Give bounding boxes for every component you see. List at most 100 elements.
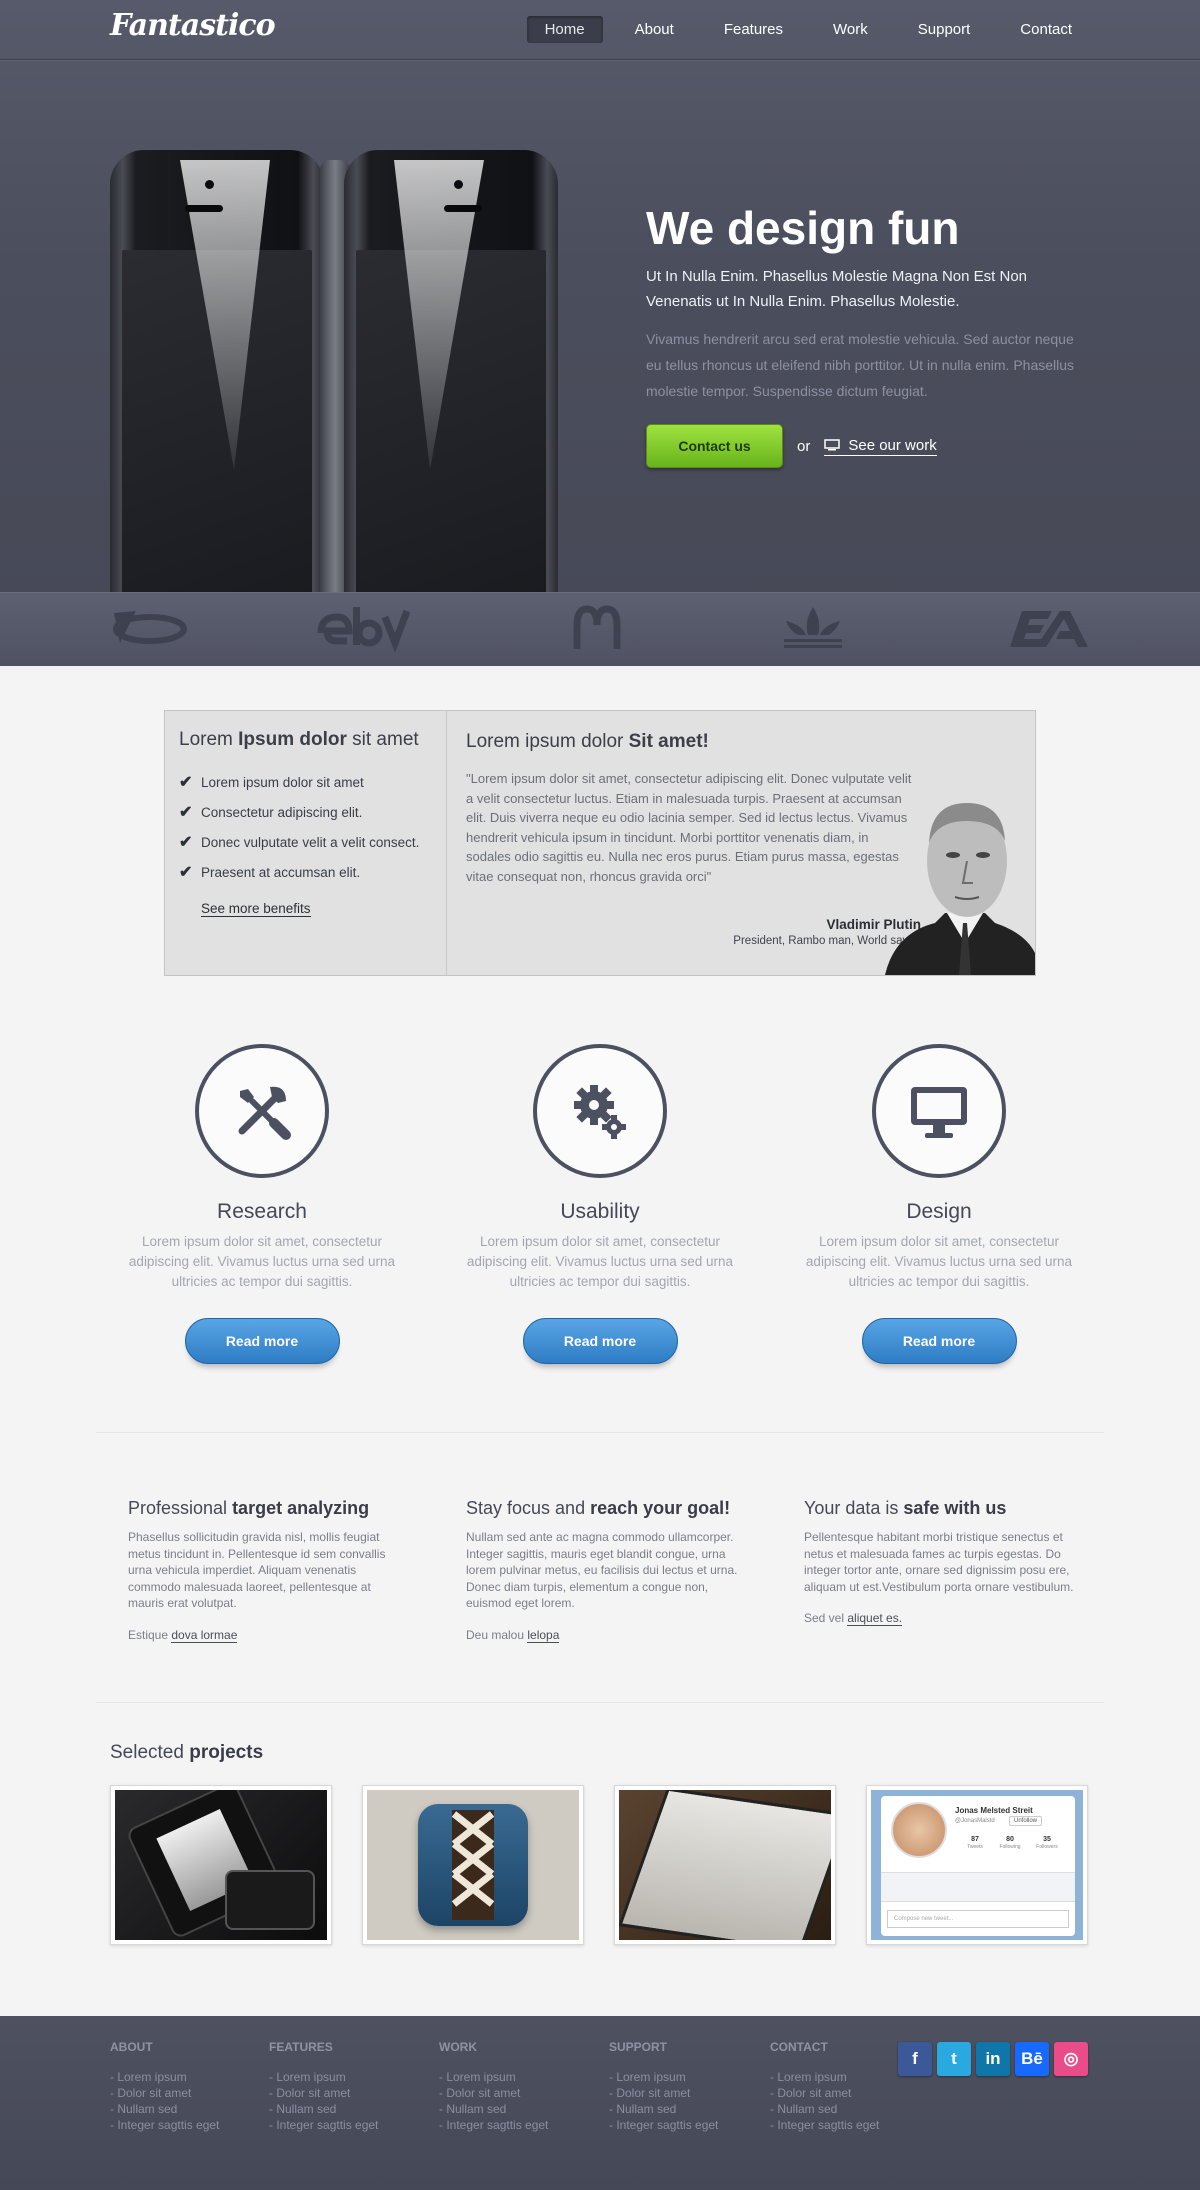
footer-column-work: Work - Lorem ipsum - Dolor sit amet - Nu… xyxy=(439,2040,548,2134)
benefits-list: ✔ Lorem ipsum dolor sit amet ✔ Consectetur… xyxy=(179,767,446,887)
author-portrait xyxy=(885,803,1035,975)
contact-us-button[interactable]: Contact us xyxy=(646,424,783,468)
footer-link[interactable]: - Lorem ipsum xyxy=(770,2070,879,2086)
footer-link[interactable]: - Integer sagttis eget xyxy=(609,2118,718,2134)
feature-design: Design Lorem ipsum dolor sit amet, conse… xyxy=(784,1044,1094,1364)
behance-icon[interactable]: Bē xyxy=(1015,2042,1049,2076)
checkmark-icon: ✔ xyxy=(179,774,193,791)
profile-name: Jonas Melsted Streit xyxy=(955,1806,1033,1815)
footer-column-contact: Contact - Lorem ipsum - Dolor sit amet -… xyxy=(770,2040,879,2134)
hero-section: Fantastico Home About Features Work Supp… xyxy=(0,0,1200,666)
footer-link[interactable]: - Nullam sed xyxy=(110,2102,219,2118)
column-title: Professional target analyzing xyxy=(128,1498,370,1518)
footer-link[interactable]: - Dolor sit amet xyxy=(269,2086,378,2102)
phone-right xyxy=(344,150,558,592)
column-link[interactable]: dova lormae xyxy=(171,1627,238,1643)
feature-research: Research Lorem ipsum dolor sit amet, con… xyxy=(107,1044,417,1364)
gears-icon xyxy=(533,1044,667,1178)
dribbble-icon[interactable]: ◎ xyxy=(1054,2042,1088,2076)
testimonial-title: Lorem ipsum dolor Sit amet! xyxy=(466,731,709,752)
footer-link[interactable]: - Lorem ipsum xyxy=(110,2070,219,2086)
footer: About - Lorem ipsum - Dolor sit amet - N… xyxy=(0,2016,1200,2190)
hero-text: We design fun Ut In Nulla Enim. Phasellu… xyxy=(646,200,1091,468)
list-item: ✔ Consectetur adipiscing elit. xyxy=(179,804,363,821)
project-thumbnail[interactable] xyxy=(362,1785,584,1945)
footer-link[interactable]: - Nullam sed xyxy=(770,2102,879,2118)
phones-image xyxy=(110,150,558,592)
adidas-logo xyxy=(778,601,848,655)
divider xyxy=(96,1702,1104,1703)
monitor-icon xyxy=(872,1044,1006,1178)
footer-link[interactable]: - Integer sagttis eget xyxy=(269,2118,378,2134)
list-item: ✔ Donec vulputate velit a velit consect. xyxy=(179,834,420,851)
dreamworks-logo xyxy=(110,601,190,655)
hero-lead: Ut In Nulla Enim. Phasellus Molestie Mag… xyxy=(646,268,1028,310)
footer-heading: Features xyxy=(269,2040,333,2054)
project-thumbnail[interactable]: Jonas Melsted Streit @JonasMalstd Unfoll… xyxy=(866,1785,1088,1945)
footer-link[interactable]: - Lorem ipsum xyxy=(439,2070,548,2086)
see-our-work-link[interactable]: See our work xyxy=(824,437,937,456)
column-link[interactable]: aliquet es. xyxy=(847,1611,903,1626)
feature-text: Lorem ipsum dolor sit amet, consectetur … xyxy=(128,1234,396,1289)
project-thumbnail[interactable] xyxy=(614,1785,836,1945)
nav-features[interactable]: Features xyxy=(706,16,801,43)
column-link[interactable]: lelopa xyxy=(527,1627,560,1643)
see-more-benefits-link[interactable]: See more benefits xyxy=(201,901,311,917)
footer-link[interactable]: - Nullam sed xyxy=(269,2102,378,2118)
column-link-line: Deu malou lelopa xyxy=(466,1627,560,1643)
footer-link[interactable]: - Dolor sit amet xyxy=(770,2086,879,2102)
hero-body: Vivamus hendrerit arcu sed erat molestie… xyxy=(646,331,1075,399)
footer-link[interactable]: - Nullam sed xyxy=(609,2102,718,2118)
info-column: Your data is safe with us Pellentesque h… xyxy=(804,1498,1084,1626)
unfollow-button: Unfollow xyxy=(1009,1816,1043,1826)
feature-text: Lorem ipsum dolor sit amet, consectetur … xyxy=(805,1234,1073,1289)
column-link-line: Estique dova lormae xyxy=(128,1627,238,1643)
footer-link[interactable]: - Dolor sit amet xyxy=(439,2086,548,2102)
project-thumbnail[interactable] xyxy=(110,1785,332,1945)
info-column: Stay focus and reach your goal! Nullam s… xyxy=(466,1498,746,1643)
benefits-testimonial-box: Lorem Ipsum dolor sit amet ✔ Lorem ipsum … xyxy=(164,710,1036,976)
tools-icon xyxy=(195,1044,329,1178)
list-item: ✔ Lorem ipsum dolor sit amet xyxy=(179,774,364,791)
social-links: f t in Bē ◎ xyxy=(898,2042,1088,2076)
footer-heading: Support xyxy=(609,2040,668,2054)
checkmark-icon: ✔ xyxy=(179,804,193,821)
nav-about[interactable]: About xyxy=(617,16,692,43)
footer-column-support: Support - Lorem ipsum - Dolor sit amet -… xyxy=(609,2040,718,2134)
nav-home[interactable]: Home xyxy=(526,16,603,43)
checkmark-icon: ✔ xyxy=(179,834,193,851)
feature-title: Research xyxy=(217,1200,307,1223)
nav-support[interactable]: Support xyxy=(900,16,989,43)
footer-link[interactable]: - Integer sagttis eget xyxy=(439,2118,548,2134)
monitor-icon xyxy=(824,439,841,451)
nav-work[interactable]: Work xyxy=(815,16,886,43)
mcdonalds-logo xyxy=(573,601,621,655)
footer-link[interactable]: - Integer sagttis eget xyxy=(770,2118,879,2134)
feature-title: Design xyxy=(906,1200,972,1223)
read-more-button[interactable]: Read more xyxy=(861,1318,1017,1364)
navbar: Fantastico Home About Features Work Supp… xyxy=(0,0,1200,60)
footer-heading: About xyxy=(110,2040,153,2054)
hero-title: We design fun xyxy=(646,202,960,254)
logo[interactable]: Fantastico xyxy=(110,8,276,43)
linkedin-icon[interactable]: in xyxy=(976,2042,1010,2076)
read-more-button[interactable]: Read more xyxy=(184,1318,340,1364)
hero-cta: Contact us or See our work xyxy=(646,424,1091,468)
footer-link[interactable]: - Dolor sit amet xyxy=(609,2086,718,2102)
main-nav: Home About Features Work Support Contact xyxy=(513,16,1090,43)
footer-link[interactable]: - Nullam sed xyxy=(439,2102,548,2118)
footer-link[interactable]: - Dolor sit amet xyxy=(110,2086,219,2102)
twitter-icon[interactable]: t xyxy=(937,2042,971,2076)
feature-usability: Usability Lorem ipsum dolor sit amet, co… xyxy=(445,1044,755,1364)
read-more-button[interactable]: Read more xyxy=(522,1318,678,1364)
footer-link[interactable]: - Lorem ipsum xyxy=(609,2070,718,2086)
column-text: Nullam sed ante ac magna commodo ullamco… xyxy=(466,1530,738,1610)
nav-contact[interactable]: Contact xyxy=(1002,16,1090,43)
benefits-title: Lorem Ipsum dolor sit amet xyxy=(179,729,419,750)
footer-link[interactable]: - Lorem ipsum xyxy=(269,2070,378,2086)
projects-title: Selected projects xyxy=(110,1742,264,1763)
footer-link[interactable]: - Integer sagttis eget xyxy=(110,2118,219,2134)
list-item: ✔ Praesent at accumsan elit. xyxy=(179,864,361,881)
facebook-icon[interactable]: f xyxy=(898,2042,932,2076)
checkmark-icon: ✔ xyxy=(179,864,193,881)
